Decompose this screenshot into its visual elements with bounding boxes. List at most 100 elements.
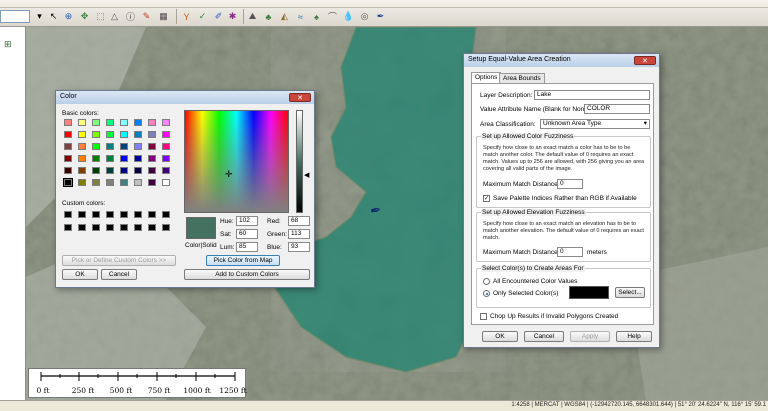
basic-color-swatch[interactable] [78,155,86,162]
basic-color-swatch[interactable] [120,155,128,162]
draw-icon[interactable]: ✎ [140,10,153,23]
zoom-icon[interactable]: ⊕ [62,10,75,23]
pointer-icon[interactable]: ↖ [47,10,60,23]
sat-input[interactable]: 60 [236,229,258,239]
basic-color-swatch[interactable] [106,155,114,162]
terrain-icon[interactable]: ⛰ [246,10,259,23]
select-icon[interactable]: ⬚ [94,10,107,23]
basic-color-swatch[interactable] [106,119,114,126]
digitizer-icon[interactable]: ✓ [196,10,209,23]
basic-color-swatch[interactable] [92,131,100,138]
elev-max-match-input[interactable]: 0 [557,247,583,257]
custom-color-swatch[interactable] [162,211,170,218]
basic-color-swatch[interactable] [64,119,72,126]
custom-color-swatch[interactable] [120,211,128,218]
basic-color-swatch[interactable] [148,119,156,126]
value-attribute-input[interactable]: COLOR [584,104,650,114]
basic-color-swatch[interactable] [106,143,114,150]
basic-color-swatch[interactable] [64,131,72,138]
brush-icon[interactable]: ✐ [212,10,225,23]
info-icon[interactable]: ⓘ [124,10,137,23]
basic-color-swatch[interactable] [162,179,170,186]
filter-icon[interactable]: Y [180,10,193,23]
area-cancel-button[interactable]: Cancel [524,331,564,342]
pick-color-from-map-button[interactable]: Pick Color from Map [206,255,280,266]
palette-icon[interactable]: ✱ [226,10,239,23]
basic-color-swatch[interactable] [92,167,100,174]
all-colors-radio[interactable] [483,278,490,285]
save-palette-checkbox[interactable]: ✓ [483,195,490,202]
basic-color-swatch[interactable] [106,179,114,186]
basic-color-swatch[interactable] [134,131,142,138]
basic-color-swatch[interactable] [64,167,72,174]
basic-color-swatch[interactable] [120,131,128,138]
layer-description-input[interactable]: Lake [534,90,650,100]
basic-color-swatch[interactable] [162,131,170,138]
select-colors-button[interactable]: Select... [615,287,645,298]
slope-icon[interactable]: ◭ [278,10,291,23]
custom-color-swatch[interactable] [148,211,156,218]
control-center-panel[interactable]: ⊞ [0,27,26,400]
basic-color-swatch[interactable] [92,119,100,126]
custom-color-swatch[interactable] [92,211,100,218]
add-to-custom-colors-button[interactable]: Add to Custom Colors [184,269,310,280]
max-match-input[interactable]: 0 [557,179,583,189]
basic-color-swatch[interactable] [78,143,86,150]
custom-color-swatch[interactable] [148,224,156,231]
luminosity-arrow-icon[interactable]: ◀ [304,171,309,179]
color-spectrum[interactable]: ✛ [184,110,289,213]
basic-color-swatch[interactable] [120,179,128,186]
basic-color-swatch[interactable] [162,143,170,150]
grid-icon[interactable]: ▦ [157,10,170,23]
only-selected-radio[interactable] [483,290,490,297]
eyedropper-tool-icon[interactable]: ✒ [374,10,387,23]
basic-color-swatch[interactable] [64,155,72,162]
basic-color-swatch[interactable] [162,167,170,174]
basic-color-swatch[interactable] [106,131,114,138]
basic-color-swatch[interactable] [148,143,156,150]
basic-color-swatch[interactable] [78,167,86,174]
basic-color-swatch[interactable] [78,119,86,126]
tree-icon[interactable]: ♠ [310,10,323,23]
basic-color-swatch[interactable] [148,167,156,174]
area-apply-button[interactable]: Apply [570,331,610,342]
basic-color-swatch[interactable] [134,143,142,150]
basic-color-swatch[interactable] [134,119,142,126]
basic-color-swatch[interactable] [120,143,128,150]
define-custom-colors-button[interactable]: Pick or Define Custom Colors >> [62,255,176,266]
basic-color-swatch[interactable] [106,167,114,174]
basic-color-swatch[interactable] [63,178,73,187]
basic-color-swatch[interactable] [148,155,156,162]
custom-color-swatch[interactable] [106,224,114,231]
watershed-icon[interactable]: ≈ [294,10,307,23]
color-cancel-button[interactable]: Cancel [101,269,137,280]
custom-color-swatch[interactable] [134,224,142,231]
area-classification-select[interactable]: Unknown Area Type ▾ [540,119,650,129]
pan-icon[interactable]: ✥ [78,10,91,23]
basic-color-swatch[interactable] [148,131,156,138]
basic-color-swatch[interactable] [162,155,170,162]
blue-input[interactable]: 93 [288,242,310,252]
basic-color-swatch[interactable] [120,167,128,174]
color-dialog-close-button[interactable]: ✕ [289,93,311,102]
red-input[interactable]: 68 [288,216,310,226]
custom-color-swatch[interactable] [120,224,128,231]
basic-color-swatch[interactable] [134,179,142,186]
contour-icon[interactable]: ◎ [358,10,371,23]
custom-color-swatch[interactable] [78,211,86,218]
area-help-button[interactable]: Help [616,331,652,342]
basic-color-swatch[interactable] [64,143,72,150]
basic-color-swatch[interactable] [162,119,170,126]
water-drop-icon[interactable]: 💧 [342,10,355,23]
custom-color-swatch[interactable] [162,224,170,231]
luminosity-slider[interactable] [296,110,303,213]
basic-color-swatch[interactable] [148,179,156,186]
green-input[interactable]: 113 [288,229,310,239]
lum-input[interactable]: 85 [236,242,258,252]
toolbar-combo-box[interactable] [0,10,30,23]
custom-color-swatch[interactable] [64,224,72,231]
basic-color-swatch[interactable] [78,131,86,138]
color-ok-button[interactable]: OK [62,269,98,280]
custom-color-swatch[interactable] [134,211,142,218]
vegetation-icon[interactable]: ♣ [262,10,275,23]
